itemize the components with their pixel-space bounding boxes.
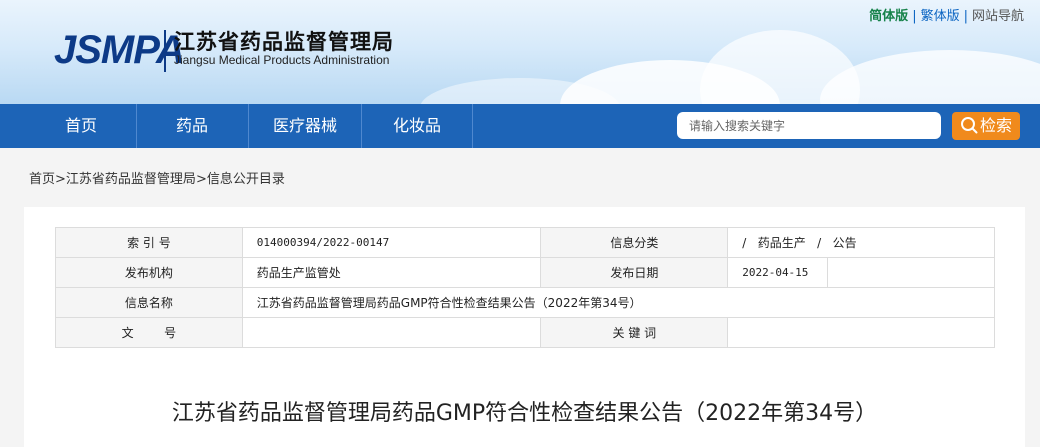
- nav-item-cosmetics[interactable]: 化妆品: [362, 104, 472, 148]
- category-value: / 药品生产 / 公告: [727, 227, 995, 258]
- search-icon: [960, 117, 978, 134]
- article-title: 江苏省药品监督管理局药品GMP符合性检查结果公告（2022年第34号）: [171, 401, 878, 426]
- breadcrumb: 首页>江苏省药品监督管理局>信息公开目录: [29, 168, 285, 187]
- breadcrumb-home[interactable]: 首页: [29, 172, 55, 187]
- table-row: 发布机构 药品生产监管处 发布日期 2022-04-15: [55, 257, 995, 288]
- info-name-label: 信息名称: [55, 287, 243, 318]
- empty-cell: [827, 257, 995, 288]
- logo-divider: [164, 30, 166, 72]
- nav-item-home[interactable]: 首页: [26, 104, 136, 148]
- top-links: 简体版 | 繁体版 | 网站导航: [869, 5, 1024, 24]
- table-row: 索 引 号 014000394/2022-00147 信息分类 / 药品生产 /…: [55, 227, 995, 258]
- index-number-label: 索 引 号: [55, 227, 243, 258]
- keywords-value: [727, 317, 995, 348]
- search-button-label: 检索: [979, 116, 1012, 135]
- nav-item-drugs[interactable]: 药品: [137, 104, 247, 148]
- breadcrumb-bureau[interactable]: 江苏省药品监督管理局: [66, 172, 196, 187]
- document-meta-table: 索 引 号 014000394/2022-00147 信息分类 / 药品生产 /…: [55, 227, 996, 348]
- site-header: JSMPA 江苏省药品监督管理局 Jiangsu Medical Product…: [0, 0, 1040, 104]
- top-link-separator: |: [963, 9, 968, 24]
- content-panel: 索 引 号 014000394/2022-00147 信息分类 / 药品生产 /…: [24, 207, 1025, 447]
- document-number-value: [241, 317, 542, 348]
- table-row: 信息名称 江苏省药品监督管理局药品GMP符合性检查结果公告（2022年第34号）: [55, 287, 996, 318]
- traditional-chinese-link[interactable]: 繁体版: [921, 9, 960, 24]
- search-button[interactable]: 检索: [952, 112, 1020, 140]
- publish-date-value: 2022-04-15: [727, 257, 829, 288]
- table-row: 文 号 关 键 词: [55, 317, 995, 348]
- breadcrumb-info-catalog[interactable]: 信息公开目录: [207, 172, 285, 187]
- category-label: 信息分类: [540, 227, 729, 258]
- keywords-label: 关 键 词: [540, 317, 729, 348]
- search-input[interactable]: [677, 112, 941, 139]
- site-name-chinese: 江苏省药品监督管理局: [174, 30, 394, 54]
- header-cloud-decoration: [820, 50, 1040, 104]
- publish-date-label: 发布日期: [540, 257, 729, 288]
- site-navigation-link[interactable]: 网站导航: [972, 9, 1024, 24]
- breadcrumb-separator: >: [195, 172, 207, 187]
- nav-divider: [472, 104, 473, 148]
- nav-item-medical-devices[interactable]: 医疗器械: [249, 104, 361, 148]
- top-link-separator: |: [912, 9, 917, 24]
- site-name-english: Jiangsu Medical Products Administration: [174, 53, 390, 67]
- issuer-label: 发布机构: [55, 257, 243, 288]
- info-name-value: 江苏省药品监督管理局药品GMP符合性检查结果公告（2022年第34号）: [241, 287, 996, 318]
- simplified-chinese-link[interactable]: 简体版: [869, 9, 908, 24]
- breadcrumb-separator: >: [55, 172, 66, 187]
- index-number-value: 014000394/2022-00147: [241, 227, 542, 258]
- issuer-value: 药品生产监管处: [241, 257, 542, 288]
- document-number-label: 文 号: [55, 317, 243, 348]
